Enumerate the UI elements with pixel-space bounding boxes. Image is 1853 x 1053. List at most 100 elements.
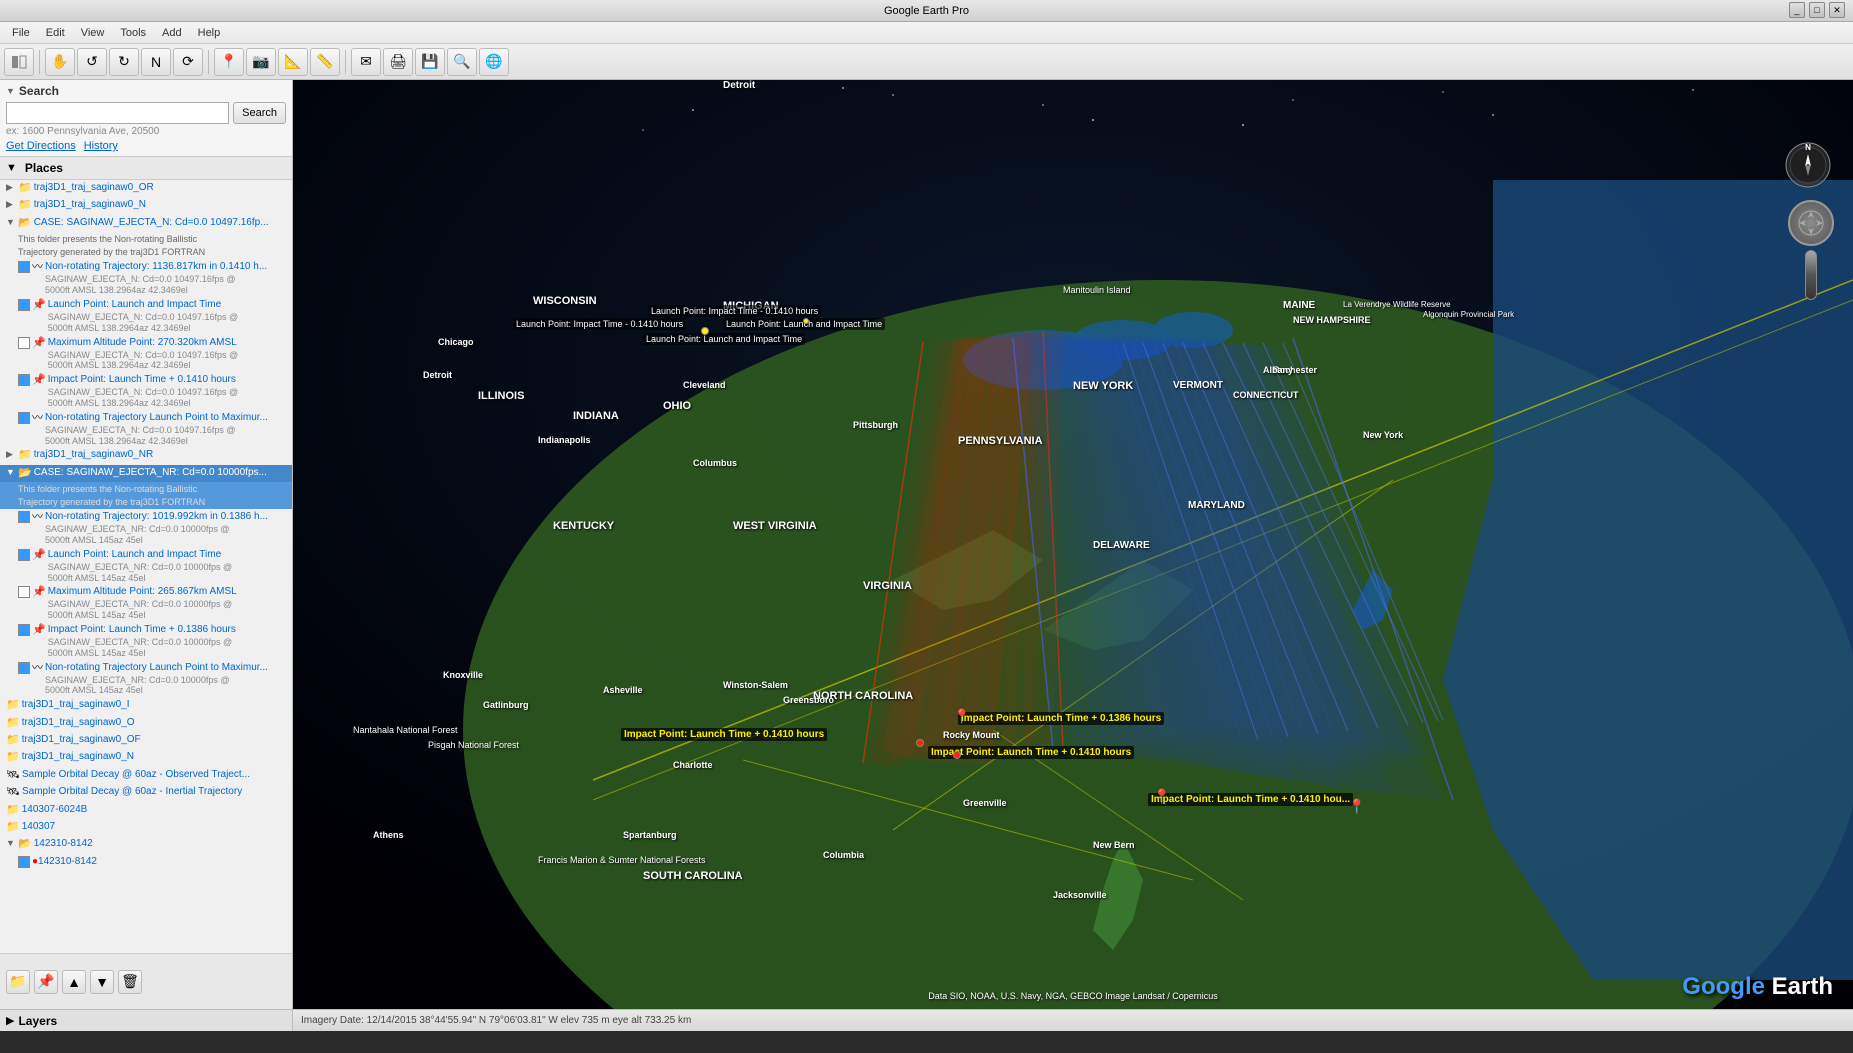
list-item[interactable]: 〰 Non-rotating Trajectory: 1136.817km in… — [0, 259, 292, 297]
item-label: CASE: SAGINAW_EJECTA_NR: Cd=0.0 10000fps… — [34, 466, 267, 480]
item-description: This folder presents the Non-rotating Ba… — [18, 483, 205, 508]
maximize-button[interactable]: □ — [1809, 2, 1825, 18]
search-input[interactable] — [6, 102, 229, 124]
list-item[interactable]: 📁 traj3D1_traj_saginaw0_N — [0, 749, 292, 766]
item-sublabel2: 5000ft AMSL 138.2964az 42.3469el — [48, 360, 238, 371]
nav-zoom-slider[interactable] — [1805, 250, 1817, 300]
menu-view[interactable]: View — [73, 25, 113, 41]
hand-tool-button[interactable]: ✋ — [45, 48, 75, 76]
item-checkbox[interactable] — [18, 374, 30, 386]
close-button[interactable]: ✕ — [1829, 2, 1845, 18]
point-icon: 📌 — [32, 373, 46, 388]
menu-edit[interactable]: Edit — [38, 25, 73, 41]
list-item[interactable]: 📌 Launch Point: Launch and Impact Time S… — [0, 547, 292, 585]
undo-button[interactable]: ↺ — [77, 48, 107, 76]
list-item[interactable]: 🛰 Sample Orbital Decay @ 60az - Observed… — [0, 767, 292, 784]
list-item[interactable]: 📁 traj3D1_traj_saginaw0_O — [0, 715, 292, 732]
list-item[interactable]: ▶ 📁 traj3D1_traj_saginaw0_NR — [0, 447, 292, 464]
list-item[interactable]: 📌 Impact Point: Launch Time + 0.1410 hou… — [0, 372, 292, 410]
search-header[interactable]: ▼ Search — [6, 84, 286, 98]
sidebar-toggle-button[interactable] — [4, 48, 34, 76]
add-placemark-small-button[interactable]: 📌 — [34, 970, 58, 994]
print-button[interactable]: 🖨 — [383, 48, 413, 76]
list-item[interactable]: ▶ 📁 traj3D1_traj_saginaw0_N — [0, 197, 292, 214]
item-checkbox[interactable] — [18, 337, 30, 349]
menu-help[interactable]: Help — [190, 25, 229, 41]
item-checkbox[interactable] — [18, 662, 30, 674]
move-down-button[interactable]: ▼ — [90, 970, 114, 994]
item-label: traj3D1_traj_saginaw0_OR — [34, 181, 154, 195]
list-item[interactable]: 〰 Non-rotating Trajectory Launch Point t… — [0, 410, 292, 448]
list-item[interactable]: 📌 Maximum Altitude Point: 265.867km AMSL… — [0, 584, 292, 622]
layers-section[interactable]: ▶ Layers — [0, 1009, 292, 1031]
earth-button[interactable]: 🌐 — [479, 48, 509, 76]
item-checkbox[interactable] — [18, 299, 30, 311]
nav-ring[interactable] — [1788, 200, 1834, 246]
item-checkbox[interactable] — [18, 624, 30, 636]
menu-tools[interactable]: Tools — [112, 25, 154, 41]
list-item[interactable]: 📌 Impact Point: Launch Time + 0.1386 hou… — [0, 622, 292, 660]
map-area[interactable]: WISCONSIN MICHIGAN ILLINOIS INDIANA OHIO… — [293, 80, 1853, 1031]
delete-button[interactable]: 🗑 — [118, 970, 142, 994]
window-controls[interactable]: _ □ ✕ — [1789, 2, 1845, 18]
launch-marker — [701, 327, 709, 335]
item-checkbox[interactable] — [18, 549, 30, 561]
menu-file[interactable]: File — [4, 25, 38, 41]
item-label: 140307 — [22, 820, 55, 834]
folder-icon: 📁 — [6, 716, 20, 731]
list-item[interactable]: 📁 traj3D1_traj_saginaw0_OF — [0, 732, 292, 749]
compass: N — [1783, 140, 1833, 190]
redo-button[interactable]: ↻ — [109, 48, 139, 76]
places-header[interactable]: ▼ Places — [0, 157, 292, 180]
history-link[interactable]: History — [84, 140, 118, 152]
list-item[interactable]: ● 142310-8142 — [0, 854, 292, 870]
expand-icon: ▼ — [6, 216, 18, 229]
search-section-title: Search — [19, 84, 59, 98]
nav-control[interactable] — [1783, 200, 1838, 320]
item-label: traj3D1_traj_saginaw0_N — [22, 750, 134, 764]
minimize-button[interactable]: _ — [1789, 2, 1805, 18]
item-checkbox[interactable] — [18, 856, 30, 868]
save-image-button[interactable]: 💾 — [415, 48, 445, 76]
search-input-row: Search — [6, 102, 286, 124]
list-item[interactable]: 📁 140307-6024B — [0, 802, 292, 819]
item-label: traj3D1_traj_saginaw0_N — [34, 198, 146, 212]
list-item[interactable]: 〰 Non-rotating Trajectory: 1019.992km in… — [0, 509, 292, 547]
list-item[interactable]: 📌 Maximum Altitude Point: 270.320km AMSL… — [0, 335, 292, 373]
view-button[interactable]: 🔍 — [447, 48, 477, 76]
places-section[interactable]: ▼ Places ▶ 📁 traj3D1_traj_saginaw0_OR ▶ … — [0, 157, 292, 953]
item-checkbox[interactable] — [18, 586, 30, 598]
impact-marker-2 — [953, 751, 961, 759]
list-item[interactable]: 〰 Non-rotating Trajectory Launch Point t… — [0, 660, 292, 698]
item-sublabel2: 5000ft AMSL 145az 45el — [48, 648, 236, 659]
item-checkbox[interactable] — [18, 412, 30, 424]
list-item[interactable]: ▼ 📂 CASE: SAGINAW_EJECTA_N: Cd=0.0 10497… — [0, 215, 292, 232]
list-item[interactable]: 📁 140307 — [0, 819, 292, 836]
tilt-button[interactable]: ⟳ — [173, 48, 203, 76]
search-button[interactable]: Search — [233, 102, 286, 124]
add-folder-button[interactable]: 📁 — [6, 970, 30, 994]
item-checkbox[interactable] — [18, 261, 30, 273]
add-polygon-button[interactable]: 📷 — [246, 48, 276, 76]
point-icon: 📌 — [32, 585, 46, 600]
list-item[interactable]: 📁 traj3D1_traj_saginaw0_I — [0, 697, 292, 714]
item-sublabel: SAGINAW_EJECTA_N: Cd=0.0 10497.16fps @ — [48, 387, 238, 398]
item-checkbox[interactable] — [18, 511, 30, 523]
list-item[interactable]: ▼ 📂 CASE: SAGINAW_EJECTA_NR: Cd=0.0 1000… — [0, 465, 292, 482]
move-up-button[interactable]: ▲ — [62, 970, 86, 994]
add-path-button[interactable]: 📐 — [278, 48, 308, 76]
folder-icon: 📂 — [18, 837, 32, 852]
north-button[interactable]: N — [141, 48, 171, 76]
email-button[interactable]: ✉ — [351, 48, 381, 76]
list-item[interactable]: ▼ 📂 142310-8142 — [0, 836, 292, 853]
list-item[interactable]: ▶ 📁 traj3D1_traj_saginaw0_OR — [0, 180, 292, 197]
menu-add[interactable]: Add — [154, 25, 190, 41]
point-icon: 📌 — [32, 336, 46, 351]
list-item[interactable]: 📌 Launch Point: Launch and Impact Time S… — [0, 297, 292, 335]
list-item: This folder presents the Non-rotating Ba… — [0, 482, 292, 509]
add-placemark-button[interactable]: 📍 — [214, 48, 244, 76]
item-label: Sample Orbital Decay @ 60az - Inertial T… — [22, 785, 242, 799]
get-directions-link[interactable]: Get Directions — [6, 140, 76, 152]
list-item[interactable]: 🛰 Sample Orbital Decay @ 60az - Inertial… — [0, 784, 292, 801]
measure-button[interactable]: 📏 — [310, 48, 340, 76]
